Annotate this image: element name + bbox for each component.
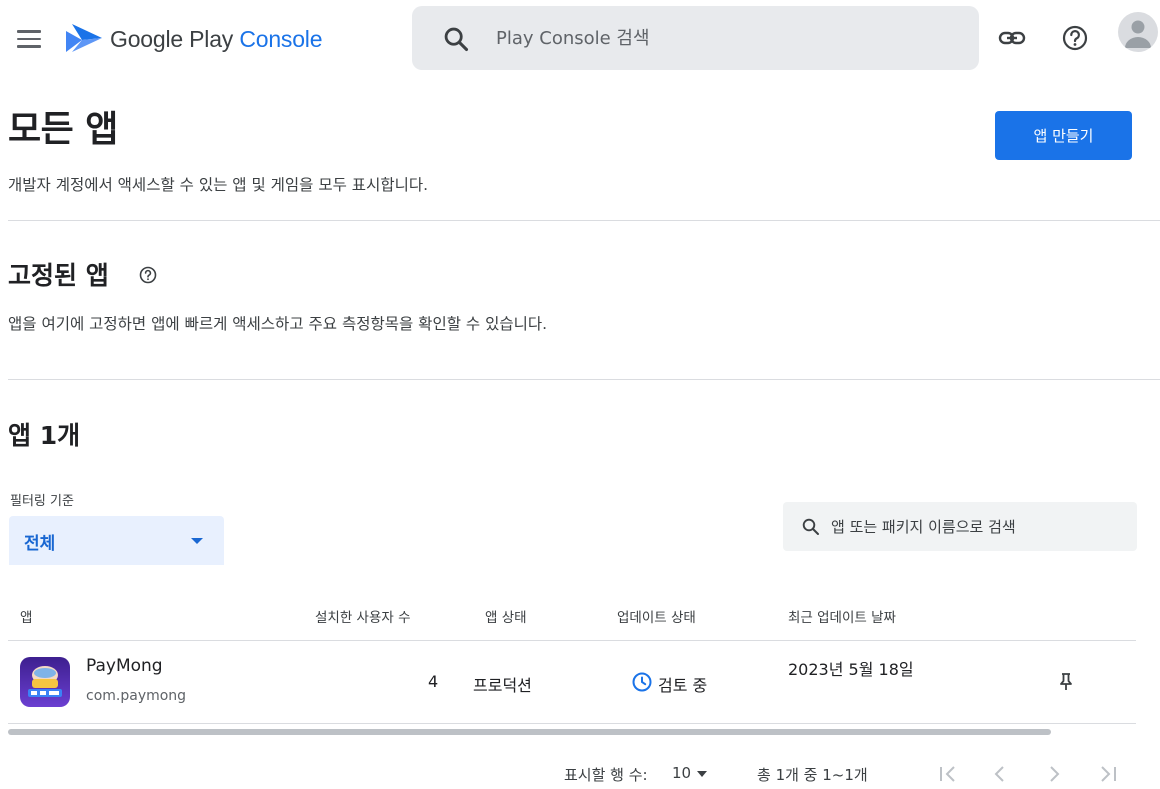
brand-name[interactable]: Google Play Console — [110, 26, 323, 53]
next-page-icon[interactable] — [1040, 760, 1068, 788]
horizontal-scrollbar[interactable] — [8, 729, 1051, 735]
installs-count: 4 — [428, 672, 439, 691]
create-app-button[interactable]: 앱 만들기 — [995, 111, 1132, 160]
page-title: 모든 앱 — [8, 109, 118, 150]
pin-icon[interactable] — [1054, 670, 1078, 694]
pinned-apps-description: 앱을 여기에 고정하면 앱에 빠르게 액세스하고 주요 측정항목을 확인할 수 … — [8, 315, 548, 333]
avatar-person-icon — [1125, 20, 1151, 48]
update-status: 검토 중 — [658, 676, 708, 695]
global-search[interactable] — [412, 6, 979, 70]
brand-console: Console — [239, 26, 323, 52]
table-header-divider — [8, 640, 1136, 641]
pinned-help-icon[interactable] — [138, 265, 158, 285]
app-icon — [20, 657, 70, 707]
last-updated-date: 2023년 5월 18일 — [788, 660, 914, 679]
column-header-installs[interactable]: 설치한 사용자 수 — [315, 606, 411, 626]
section-divider — [8, 379, 1160, 380]
dropdown-caret-icon — [191, 538, 203, 544]
search-icon — [802, 518, 819, 535]
brand-google-play: Google Play — [110, 26, 234, 52]
filter-selected-value: 전체 — [24, 534, 56, 554]
column-header-app-status[interactable]: 앱 상태 — [485, 606, 527, 626]
account-avatar[interactable] — [1118, 12, 1158, 52]
play-console-logo[interactable] — [64, 22, 104, 54]
menu-icon[interactable] — [14, 26, 44, 52]
last-page-icon[interactable] — [1094, 760, 1122, 788]
app-package-name: com.paymong — [86, 688, 187, 704]
column-header-app[interactable]: 앱 — [20, 606, 32, 626]
rows-per-page-value: 10 — [672, 764, 692, 782]
page-description: 개발자 계정에서 액세스할 수 있는 앱 및 게임을 모두 표시합니다. — [8, 176, 429, 194]
app-name[interactable]: PayMong — [86, 656, 163, 676]
clock-icon — [632, 672, 652, 692]
previous-page-icon[interactable] — [986, 760, 1014, 788]
paymong-logo-icon — [28, 666, 62, 697]
app-search[interactable] — [783, 502, 1137, 551]
pinned-apps-title: 고정된 앱 — [8, 261, 109, 290]
filter-dropdown[interactable]: 전체 — [9, 516, 224, 565]
app-status: 프로덕션 — [473, 676, 532, 695]
link-icon[interactable] — [996, 22, 1028, 54]
first-page-icon[interactable] — [934, 760, 962, 788]
app-search-input[interactable] — [831, 514, 1121, 540]
search-icon — [444, 27, 469, 52]
apps-count-title: 앱 1개 — [8, 421, 81, 450]
column-header-update-status[interactable]: 업데이트 상태 — [617, 606, 696, 626]
filter-label: 필터링 기준 — [10, 494, 74, 509]
column-header-last-updated[interactable]: 최근 업데이트 날짜 — [788, 606, 896, 626]
rows-per-page-label: 표시할 행 수: — [564, 766, 648, 784]
table-row-divider — [8, 723, 1136, 724]
pagination-range: 총 1개 중 1~1개 — [757, 766, 868, 784]
help-icon[interactable] — [1059, 22, 1091, 54]
global-search-input[interactable] — [496, 22, 956, 54]
section-divider — [8, 220, 1160, 221]
rows-per-page-select[interactable]: 10 — [672, 764, 708, 782]
top-app-bar: Google Play Console — [0, 0, 1160, 78]
dropdown-caret-icon — [697, 770, 708, 777]
